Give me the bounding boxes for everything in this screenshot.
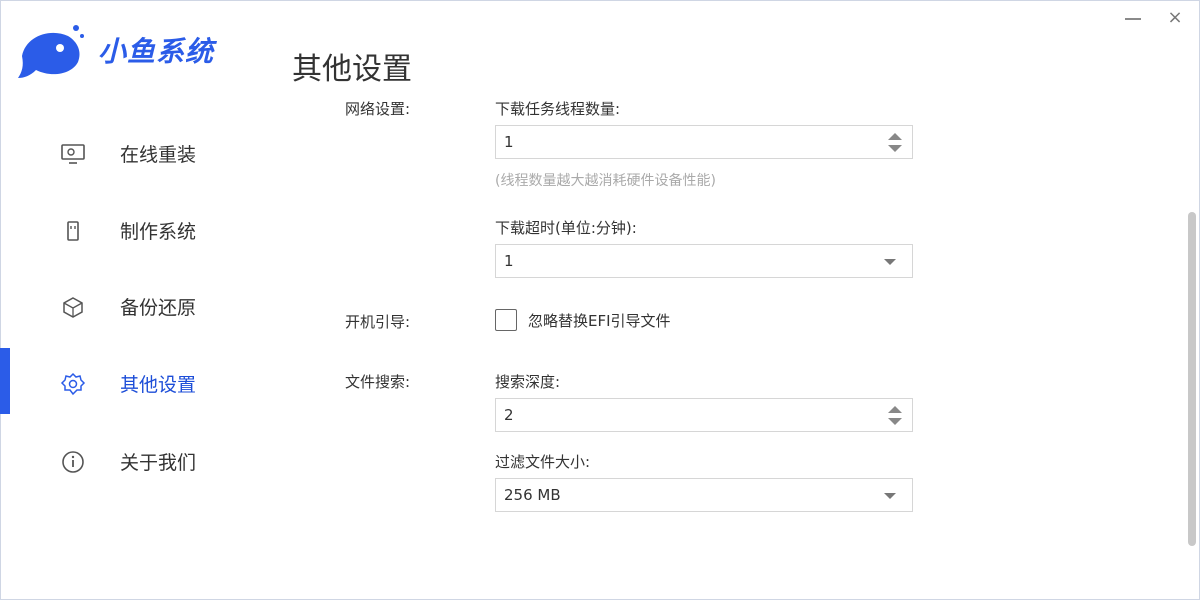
search-depth-label: 搜索深度: <box>495 373 561 391</box>
sidebar-item-online-reinstall[interactable]: 在线重装 <box>0 122 290 182</box>
sidebar-item-make-system[interactable]: 制作系统 <box>0 199 290 259</box>
monitor-icon <box>61 144 85 164</box>
chevron-down-icon <box>884 493 896 499</box>
timeout-label: 下载超时(单位:分钟): <box>495 219 637 237</box>
sidebar-item-label: 其他设置 <box>120 374 197 396</box>
search-depth-value: 2 <box>504 406 514 424</box>
minimize-button[interactable] <box>1122 8 1144 28</box>
fish-logo-icon <box>18 25 84 78</box>
timeout-value: 1 <box>504 252 514 270</box>
page-title: 其他设置 <box>292 52 412 87</box>
spin-up-icon[interactable] <box>888 406 902 413</box>
threads-hint: (线程数量越大越消耗硬件设备性能) <box>495 173 716 189</box>
close-button[interactable]: × <box>1164 8 1186 28</box>
search-depth-spinbox[interactable]: 2 <box>495 398 913 432</box>
sidebar-item-label: 备份还原 <box>120 297 197 319</box>
spin-up-icon[interactable] <box>888 133 902 140</box>
filter-size-label: 过滤文件大小: <box>495 453 591 471</box>
sidebar-item-other-settings[interactable]: 其他设置 <box>0 352 290 412</box>
chevron-down-icon <box>884 259 896 265</box>
filter-size-value: 256 MB <box>504 486 561 504</box>
sidebar-item-label: 制作系统 <box>120 221 197 243</box>
network-section-label: 网络设置: <box>345 100 411 118</box>
file-search-section-label: 文件搜索: <box>345 373 411 391</box>
threads-spinbox[interactable]: 1 <box>495 125 913 159</box>
search-depth-spin-buttons[interactable] <box>888 405 902 427</box>
brand-name: 小鱼系统 <box>98 35 215 68</box>
ignore-efi-checkbox[interactable] <box>495 309 517 331</box>
threads-spin-buttons[interactable] <box>888 132 902 154</box>
scrollbar-thumb[interactable] <box>1188 212 1196 546</box>
sidebar-item-about-us[interactable]: 关于我们 <box>0 430 290 490</box>
filter-size-dropdown[interactable]: 256 MB <box>495 478 913 512</box>
boot-section-label: 开机引导: <box>345 313 411 331</box>
threads-value: 1 <box>504 133 514 151</box>
sidebar-item-label: 关于我们 <box>120 452 197 474</box>
gear-icon <box>60 372 86 396</box>
threads-label: 下载任务线程数量: <box>495 100 621 118</box>
timeout-dropdown[interactable]: 1 <box>495 244 913 278</box>
sidebar-item-backup-restore[interactable]: 备份还原 <box>0 275 290 335</box>
spin-down-icon[interactable] <box>888 418 902 425</box>
spin-down-icon[interactable] <box>888 145 902 152</box>
info-icon <box>62 451 84 473</box>
ignore-efi-label[interactable]: 忽略替换EFI引导文件 <box>528 310 671 331</box>
cube-icon <box>63 297 83 318</box>
usb-icon <box>67 221 79 241</box>
sidebar-item-label: 在线重装 <box>120 144 197 166</box>
